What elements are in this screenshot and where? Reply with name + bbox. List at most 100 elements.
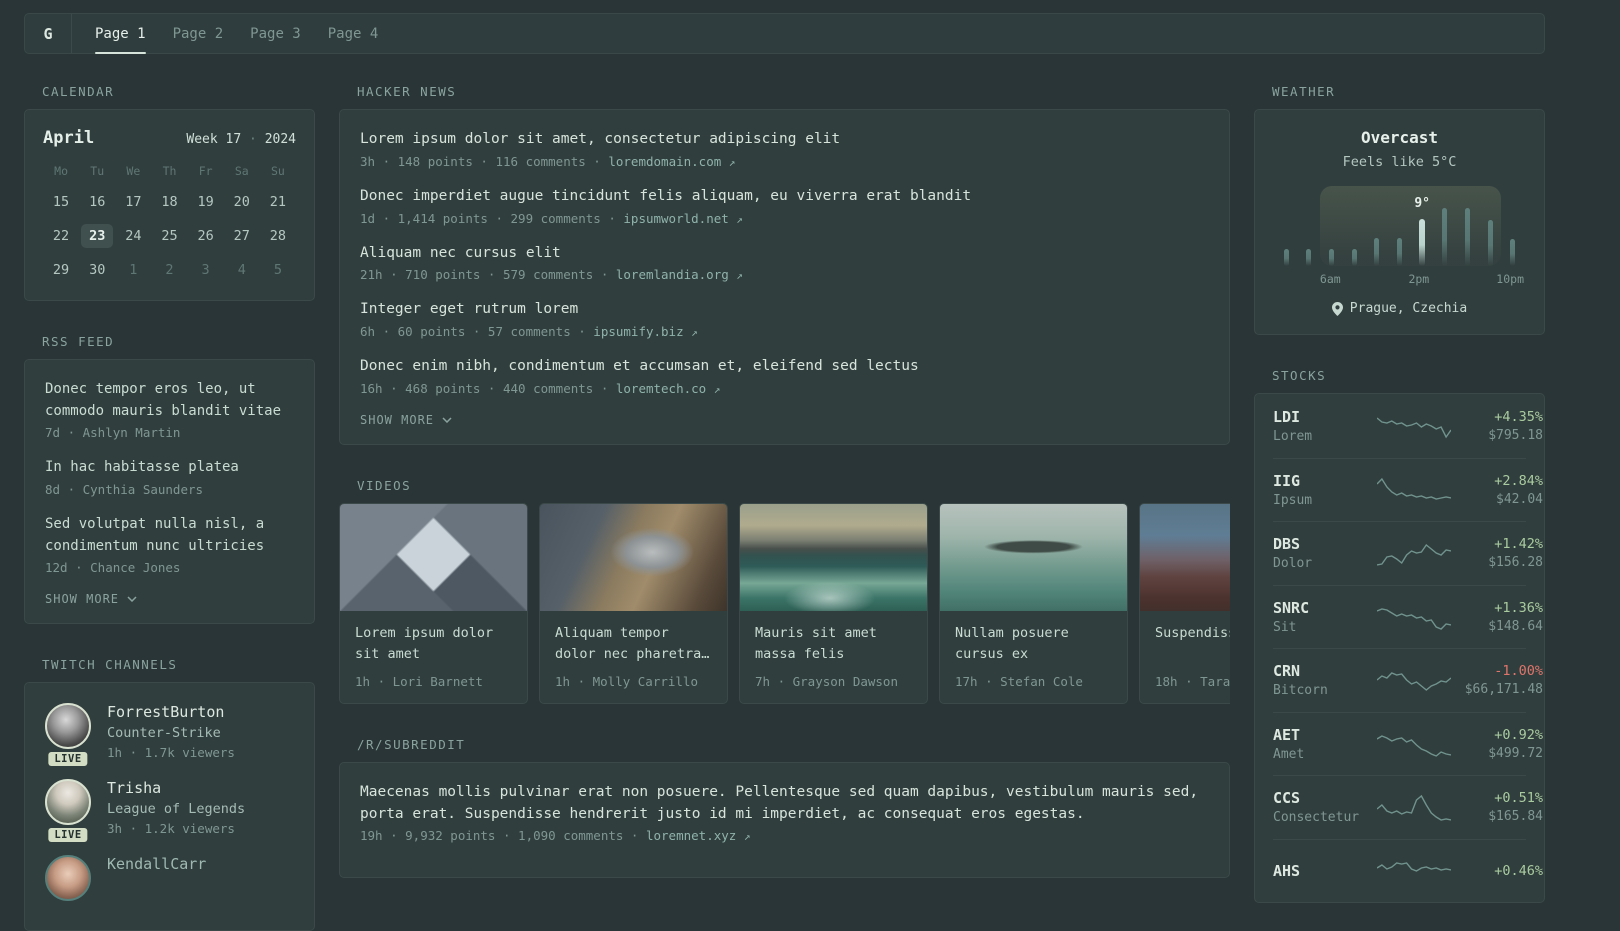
stock-name: Ipsum <box>1273 492 1313 508</box>
weather-bar-cell <box>1501 186 1524 266</box>
weather-widget: Overcast Feels like 5°C 9° 6am 2pm 10pm Pr… <box>1254 109 1545 335</box>
stock-row[interactable]: DBS Dolor +1.42% $156.28 <box>1273 521 1543 585</box>
calendar-day: 25 <box>161 228 178 244</box>
rss-widget: Donec tempor eros leo, ut commodo mauris… <box>24 359 315 625</box>
feed-item-domain[interactable]: ipsumworld.net ↗ <box>623 211 743 226</box>
weather-chart: 9° <box>1275 186 1524 266</box>
stock-row[interactable]: CRN Bitcorn -1.00% $66,171.48 <box>1273 648 1543 712</box>
weather-axis: 6am 2pm 10pm <box>1275 272 1524 286</box>
video-meta: 1h · Molly Carrillo <box>555 673 698 689</box>
weather-axis-label: 6am <box>1319 272 1341 286</box>
feed-item-domain[interactable]: loremlandia.org ↗ <box>616 267 743 282</box>
app-logo[interactable]: G <box>25 14 72 53</box>
calendar-day: 4 <box>237 262 246 278</box>
twitch-channel[interactable]: KendallCarr <box>45 855 294 902</box>
video-meta: 1h · Lori Barnett <box>355 673 483 689</box>
twitch-channel[interactable]: LIVE ForrestBurton Counter-Strike 1h · 1.7k… <box>45 703 294 767</box>
weather-bar-cell <box>1456 186 1479 266</box>
stock-name: Lorem <box>1273 428 1313 444</box>
section-title-calendar: CALENDAR <box>42 84 115 99</box>
tab-page-1[interactable]: Page 1 <box>95 14 146 54</box>
hn-item-title[interactable]: Lorem ipsum dolor sit amet, consectetur … <box>360 129 1209 151</box>
calendar-day: 17 <box>125 194 142 210</box>
external-link-icon: ↗ <box>691 326 698 339</box>
calendar-day: 21 <box>269 194 287 210</box>
rss-section: RSS FEED Donec tempor eros leo, ut commo… <box>24 334 315 625</box>
stock-sparkline <box>1377 792 1451 822</box>
videos-row: Lorem ipsum dolor sit amet consectetu… 1h… <box>339 502 1230 704</box>
feed-item-domain[interactable]: ipsumify.biz ↗ <box>593 324 697 339</box>
subreddit-list: Maecenas mollis pulvinar erat non posuer… <box>360 782 1209 844</box>
stock-symbol: AET <box>1273 725 1301 744</box>
stock-symbol: CRN <box>1273 662 1301 681</box>
video-card[interactable]: Suspendisse diam 18h · Tara <box>1139 502 1230 704</box>
twitch-section: TWITCH CHANNELS LIVE ForrestBurton Counter… <box>24 657 315 931</box>
video-card[interactable]: Lorem ipsum dolor sit amet consectetu… 1h… <box>339 502 528 704</box>
weekday-label: Fr <box>198 164 213 178</box>
channel-name: Trisha <box>107 779 162 798</box>
calendar-weekdays: Mo Tu We Th Fr Sa Su <box>43 164 296 178</box>
calendar-day: 30 <box>89 262 106 278</box>
hn-item-title[interactable]: Aliquam nec cursus elit <box>360 243 1209 265</box>
twitch-channel[interactable]: LIVE Trisha League of Legends 3h · 1.2k vie… <box>45 779 294 843</box>
stock-symbol: CCS <box>1273 789 1301 808</box>
hn-item-title-wrap: Donec enim nibh, condimentum et accumsan… <box>360 356 1209 396</box>
channel-info: KendallCarr <box>107 855 206 901</box>
hn-item-title-wrap: Donec imperdiet augue tincidunt felis al… <box>360 186 1209 226</box>
feed-item-domain[interactable]: loremnet.xyz ↗ <box>646 828 750 843</box>
calendar-widget: April Week 17 · 2024 Mo Tu We Th Fr Sa Su 15 16… <box>24 109 315 301</box>
hn-item-title[interactable]: Donec enim nibh, condimentum et accumsan… <box>360 356 1209 378</box>
subreddit-post-title[interactable]: Maecenas mollis pulvinar erat non posuer… <box>360 782 1209 826</box>
weather-bar <box>1442 208 1448 266</box>
section-title-twitch: TWITCH CHANNELS <box>42 657 178 673</box>
external-link-icon: ↗ <box>728 155 736 169</box>
tab-page-3[interactable]: Page 3 <box>250 14 301 53</box>
feed-item-domain[interactable]: loremtech.co ↗ <box>616 381 720 396</box>
video-card[interactable]: Nullam posuere cursus ex 17h · Stefan Col… <box>939 502 1128 704</box>
video-title: Lorem ipsum dolor sit amet consectetu… <box>355 624 494 662</box>
stock-row[interactable]: IIG Ipsum +2.84% $42.04 <box>1273 457 1543 522</box>
live-badge: LIVE <box>48 828 88 843</box>
stock-symbol: LDI <box>1273 407 1301 426</box>
hn-item-title-wrap: Lorem ipsum dolor sit amet, consectetur … <box>360 129 1209 169</box>
rss-item-title[interactable]: Donec tempor eros leo, ut commodo mauris… <box>45 379 294 422</box>
stock-row[interactable]: LDI Lorem +4.35% $795.18 <box>1273 394 1543 458</box>
rss-item-title[interactable]: In hac habitasse platea <box>45 457 294 479</box>
nav-bar: G Page 1 Page 2 Page 3 Page 4 <box>24 13 1545 54</box>
video-card[interactable]: Aliquam tempor dolor nec pharetra… 1h · M… <box>539 502 728 704</box>
calendar-day: 22 <box>52 228 70 244</box>
stock-row[interactable]: CCS Consectetur +0.51% $165.84 <box>1273 775 1543 839</box>
hn-show-more-button[interactable]: SHOW MORE <box>360 413 452 427</box>
hn-item-title[interactable]: Donec imperdiet augue tincidunt felis al… <box>360 186 1209 208</box>
video-title: Aliquam tempor dolor nec pharetra… <box>555 624 710 662</box>
stock-sparkline <box>1377 729 1451 759</box>
calendar-day: 15 <box>52 194 70 210</box>
video-info: Nullam posuere cursus ex 17h · Stefan Col… <box>940 611 1127 703</box>
stock-row[interactable]: SNRC Sit +1.36% $148.64 <box>1273 584 1543 649</box>
tab-page-2[interactable]: Page 2 <box>173 14 224 53</box>
stock-symbol: IIG <box>1273 471 1301 490</box>
stock-id: IIG Ipsum <box>1273 472 1377 508</box>
weather-bar <box>1351 249 1357 266</box>
hn-item-title-meta: 1d · 1,414 points · 299 comments · ipsum… <box>360 210 743 226</box>
video-card[interactable]: Mauris sit amet massa felis 7h · Grayson … <box>739 502 928 704</box>
rss-item-meta: 7d · Ashlyn Martin <box>45 425 181 441</box>
stock-row[interactable]: AHS +0.46% <box>1273 838 1543 903</box>
stock-name: Amet <box>1273 746 1305 762</box>
stock-id: AET Amet <box>1273 726 1377 762</box>
calendar-day: 18 <box>161 194 178 210</box>
stock-row[interactable]: AET Amet +0.92% $499.72 <box>1273 711 1543 776</box>
stock-price: $165.84 <box>1488 809 1543 825</box>
hn-item-title[interactable]: Integer eget rutrum lorem <box>360 299 1209 321</box>
stocks-list: LDI Lorem +4.35% $795.18 IIG Ipsum +2.84% $42.0… <box>1273 394 1543 903</box>
rss-show-more-button[interactable]: SHOW MORE <box>45 592 137 606</box>
stocks-widget: LDI Lorem +4.35% $795.18 IIG Ipsum +2.84% $42.0… <box>1254 393 1545 903</box>
section-title-rss: RSS FEED <box>42 334 115 349</box>
weather-bar <box>1487 220 1493 266</box>
stock-values: -1.00% $66,171.48 <box>1451 663 1543 697</box>
rss-item-title[interactable]: Sed volutpat nulla nisl, a condimentum n… <box>45 514 294 557</box>
stock-id: CCS Consectetur <box>1273 789 1377 825</box>
feed-item-domain[interactable]: loremdomain.com ↗ <box>608 154 735 169</box>
tab-page-4[interactable]: Page 4 <box>328 14 379 53</box>
section-title-weather: WEATHER <box>1272 84 1336 99</box>
